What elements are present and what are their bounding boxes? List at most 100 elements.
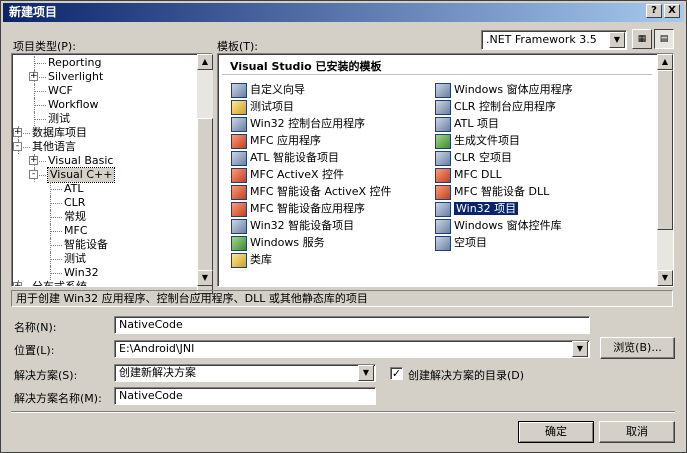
- location-label: 位置(L):: [14, 344, 55, 357]
- tree-connector: [34, 56, 35, 70]
- scroll-thumb[interactable]: [197, 118, 213, 294]
- template-item[interactable]: CLR 空项目: [434, 150, 512, 167]
- new-project-dialog: 新建项目 ? X 项目类型(P): Reporting + Silverlight W…: [0, 0, 687, 453]
- ok-button[interactable]: 确定: [518, 421, 594, 443]
- tree-item[interactable]: ATL: [64, 182, 84, 196]
- tree-item[interactable]: MFC: [64, 224, 88, 238]
- tree-collapse-icon[interactable]: -: [13, 142, 22, 151]
- tree-connector: [34, 98, 35, 112]
- template-label: 类库: [250, 253, 272, 266]
- tree-connector: [50, 238, 51, 252]
- location-dropdown-icon[interactable]: ▼: [572, 341, 588, 357]
- template-item[interactable]: Windows 窗体应用程序: [434, 82, 573, 99]
- template-item[interactable]: MFC 智能设备 DLL: [434, 184, 549, 201]
- tree-connector: [50, 210, 51, 224]
- project-types-label: 项目类型(P):: [13, 40, 76, 53]
- tree-expand-icon[interactable]: +: [29, 72, 38, 81]
- template-item[interactable]: 自定义向导: [230, 82, 305, 99]
- solution-name-input[interactable]: NativeCode: [114, 387, 376, 405]
- large-icons-view-icon[interactable]: ▦: [632, 29, 652, 49]
- browse-button[interactable]: 浏览(B)...: [600, 337, 675, 359]
- tree-collapse-icon[interactable]: -: [29, 170, 38, 179]
- win32-device-icon: [231, 219, 247, 234]
- footer-divider: [11, 411, 675, 413]
- test-project-icon: [231, 100, 247, 115]
- tree-item[interactable]: 数据库项目: [32, 126, 87, 140]
- template-item[interactable]: ATL 智能设备项目: [230, 150, 339, 167]
- tree-item[interactable]: WCF: [48, 84, 73, 98]
- winforms-control-icon: [435, 219, 451, 234]
- template-item[interactable]: MFC DLL: [434, 167, 502, 184]
- template-item[interactable]: Win32 智能设备项目: [230, 218, 354, 235]
- templates-list[interactable]: Visual Studio 已安装的模板 自定义向导 测试项目 Win32 控制台应…: [217, 53, 674, 287]
- scroll-down-arrow-icon[interactable]: ▼: [197, 270, 213, 286]
- template-item[interactable]: CLR 控制台应用程序: [434, 99, 556, 116]
- tree-scrollbar[interactable]: ▲ ▼: [197, 54, 213, 294]
- cancel-button[interactable]: 取消: [599, 421, 675, 443]
- template-item[interactable]: MFC ActiveX 控件: [230, 167, 344, 184]
- tree-expand-icon[interactable]: +: [29, 156, 38, 165]
- name-input[interactable]: NativeCode: [114, 316, 590, 334]
- solution-dropdown-icon[interactable]: ▼: [358, 365, 374, 381]
- tree-item[interactable]: Visual Basic: [48, 154, 113, 168]
- tree-item[interactable]: 测试: [64, 252, 86, 266]
- tree-expand-icon[interactable]: +: [13, 282, 22, 286]
- tree-item[interactable]: Visual C++: [46, 167, 116, 183]
- tree-item[interactable]: 智能设备: [64, 238, 108, 252]
- tree-connector: [34, 119, 46, 120]
- small-icons-view-icon[interactable]: ▤: [654, 29, 674, 49]
- templates-label: 模板(T):: [217, 40, 259, 53]
- class-library-icon: [231, 253, 247, 268]
- tree-item[interactable]: Reporting: [48, 56, 101, 70]
- tree-item[interactable]: 其他语言: [32, 140, 76, 154]
- help-button[interactable]: ?: [646, 4, 662, 18]
- tree-connector: [50, 189, 62, 190]
- template-item[interactable]: Win32 控制台应用程序: [230, 116, 365, 133]
- tree-item[interactable]: Win32: [64, 266, 99, 280]
- create-directory-checkbox[interactable]: ✓: [390, 367, 403, 380]
- close-button[interactable]: X: [664, 4, 680, 18]
- mfc-device-app-icon: [231, 202, 247, 217]
- winforms-app-icon: [435, 83, 451, 98]
- framework-select[interactable]: .NET Framework 3.5: [481, 30, 627, 50]
- tree-item[interactable]: Workflow: [48, 98, 99, 112]
- template-item[interactable]: MFC 智能设备应用程序: [230, 201, 365, 218]
- create-directory-label: 创建解决方案的目录(D): [408, 369, 525, 382]
- scroll-up-arrow-icon[interactable]: ▲: [197, 54, 213, 70]
- templates-scroll-thumb[interactable]: [657, 70, 673, 230]
- tree-connector: [50, 231, 62, 232]
- project-types-tree[interactable]: Reporting + Silverlight WCF Workflow 测试 + 数据库项目…: [11, 53, 213, 294]
- tree-connector: [50, 259, 62, 260]
- tree-item[interactable]: 常规: [64, 210, 86, 224]
- templates-scroll-down-icon[interactable]: ▼: [657, 270, 673, 286]
- title-bar: 新建项目: [3, 3, 684, 22]
- template-item[interactable]: ATL 项目: [434, 116, 499, 133]
- template-item[interactable]: Windows 窗体控件库: [434, 218, 562, 235]
- tree-item[interactable]: Silverlight: [48, 70, 103, 84]
- template-item[interactable]: MFC 智能设备 ActiveX 控件: [230, 184, 392, 201]
- template-item[interactable]: 生成文件项目: [434, 133, 520, 150]
- solution-label: 解决方案(S):: [14, 369, 78, 382]
- tree-connector: [50, 182, 51, 196]
- tree-item[interactable]: 分布式系统: [32, 280, 87, 286]
- tree-item[interactable]: CLR: [64, 196, 85, 210]
- solution-select[interactable]: 创建新解决方案: [114, 364, 376, 382]
- wizard-icon: [231, 83, 247, 98]
- template-item[interactable]: Windows 服务: [230, 235, 325, 252]
- template-item[interactable]: 测试项目: [230, 99, 294, 116]
- tree-connector: [50, 224, 51, 238]
- tree-expand-icon[interactable]: +: [13, 128, 22, 137]
- mfc-device-activex-icon: [231, 185, 247, 200]
- templates-scrollbar[interactable]: ▲ ▼: [657, 54, 673, 286]
- framework-dropdown-icon[interactable]: ▼: [609, 32, 625, 48]
- location-input[interactable]: E:\Android\JNI: [114, 340, 590, 358]
- template-label: MFC 智能设备应用程序: [250, 202, 365, 215]
- template-item[interactable]: 空项目: [434, 235, 487, 252]
- tree-item[interactable]: 测试: [48, 112, 70, 126]
- template-label: Win32 控制台应用程序: [250, 117, 366, 130]
- templates-scroll-up-icon[interactable]: ▲: [657, 54, 673, 70]
- template-item[interactable]: 类库: [230, 252, 272, 269]
- tree-connector: [34, 105, 46, 106]
- template-item[interactable]: Win32 项目: [434, 201, 519, 218]
- template-item[interactable]: MFC 应用程序: [230, 133, 321, 150]
